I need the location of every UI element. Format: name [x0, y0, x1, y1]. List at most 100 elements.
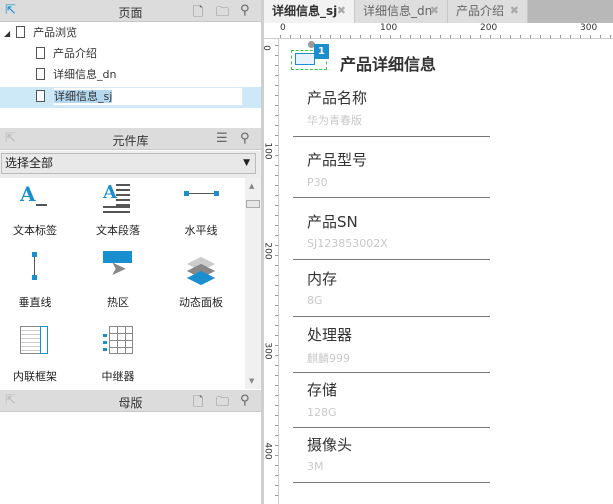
tree-item-label: 产品介绍: [53, 47, 97, 60]
widget-label: 动态面板: [179, 296, 223, 309]
ruler-label: 0: [280, 23, 286, 33]
pages-panel-header: ⇱ 页面 🗋 🗀 ⚲: [0, 0, 261, 22]
field-label: 处理器: [307, 326, 353, 344]
tree-item-page[interactable]: 详细信息_dn: [36, 65, 116, 85]
widget-text-paragraph[interactable]: A 文本段落: [83, 182, 153, 238]
widget-hotspot[interactable]: ➤ 热区: [83, 251, 153, 310]
hotspot-icon: ➤: [83, 251, 153, 288]
repeater-icon: [83, 326, 153, 362]
tab-detail-dn[interactable]: 详细信息_dn ✖: [355, 0, 448, 23]
field-value: 华为青春版: [307, 114, 362, 127]
tree-item-label: 详细信息_dn: [53, 68, 117, 81]
scrollbar[interactable]: ▲ ▼: [245, 178, 261, 389]
ruler-label: 0: [260, 45, 271, 51]
field-value: 3M: [307, 460, 324, 473]
field-label: 产品SN: [307, 213, 358, 231]
divider: [293, 482, 490, 483]
page-title: 产品详细信息: [340, 55, 437, 74]
tree-item-page[interactable]: 产品介绍: [36, 44, 97, 64]
field-label: 内存: [307, 270, 338, 288]
ruler-label: 200: [480, 23, 498, 33]
footnote-badge: 1: [314, 44, 329, 59]
tab-detail-sj[interactable]: 详细信息_sj ✖: [264, 0, 355, 23]
ruler-label: 300: [580, 23, 598, 33]
widget-label: 内联框架: [13, 370, 57, 383]
widget-vertical-line[interactable]: 垂直线: [0, 252, 70, 310]
field-value: 128G: [307, 406, 337, 419]
tree-item-page-selected[interactable]: 详细信息_sj: [36, 87, 258, 107]
close-icon[interactable]: ✖: [337, 0, 346, 22]
menu-icon[interactable]: ☰: [216, 131, 228, 146]
field-label: 存储: [307, 381, 338, 399]
widget-label: 水平线: [184, 224, 218, 237]
ruler-label: 200: [262, 242, 273, 260]
tree-item-label: 产品浏览: [33, 26, 78, 39]
tab-product-intro[interactable]: 产品介绍 ✖: [448, 0, 528, 23]
field-value: SJ123853002X: [307, 237, 388, 250]
tab-label: 详细信息_dn: [363, 4, 433, 18]
close-icon[interactable]: ✖: [430, 0, 439, 22]
vertical-line-icon: [0, 252, 70, 288]
widget-repeater[interactable]: 中继器: [83, 326, 153, 384]
field-label: 摄像头: [307, 436, 353, 454]
library-select[interactable]: 选择全部 ▼: [1, 153, 256, 174]
rename-input[interactable]: 详细信息_sj: [54, 90, 113, 103]
hotspot-icon: [295, 53, 315, 65]
field-label: 产品名称: [307, 89, 368, 107]
tree-item-root[interactable]: ◢ 产品浏览: [4, 23, 77, 43]
text-label-icon: A: [0, 182, 70, 216]
scroll-up-icon[interactable]: ▲: [249, 182, 254, 190]
library-select-bar: 选择全部 ▼: [0, 151, 261, 178]
divider: [293, 259, 490, 260]
page-icon: [36, 68, 45, 80]
layers-icon: [166, 254, 236, 288]
ruler-label: 100: [262, 142, 273, 160]
divider: [293, 427, 490, 428]
chevron-down-icon: ▼: [243, 158, 250, 168]
scroll-down-icon[interactable]: ▼: [249, 377, 254, 385]
search-icon[interactable]: ⚲: [240, 3, 250, 18]
widget-label: 文本标签: [13, 224, 57, 237]
add-master-icon[interactable]: 🗋: [193, 393, 203, 415]
pages-tree: ◢ 产品浏览 产品介绍 详细信息_dn 详细信息_sj: [0, 22, 261, 128]
search-icon[interactable]: ⚲: [240, 131, 250, 146]
ruler-label: 100: [380, 23, 398, 33]
divider: [293, 372, 490, 373]
widget-text-label[interactable]: A 文本标签: [0, 182, 70, 238]
inline-frame-icon: [0, 326, 70, 362]
tab-label: 详细信息_sj: [272, 4, 338, 18]
page-icon: [36, 47, 45, 59]
widget-inline-frame[interactable]: 内联框架: [0, 326, 70, 384]
widget-label: 热区: [107, 296, 129, 309]
vertical-ruler: 0 100 200 300 400: [260, 39, 279, 504]
field-label: 产品型号: [307, 151, 368, 169]
divider: [293, 197, 490, 198]
page-icon: [16, 26, 26, 38]
library-panel-header: ⇱ 元件库 ☰ ⚲: [0, 128, 261, 150]
ruler-label: 400: [262, 442, 273, 460]
field-value: P30: [307, 176, 328, 189]
divider: [293, 316, 490, 317]
divider: [293, 136, 490, 137]
masters-panel-header: ⇱ 母版 🗋 🗀 ⚲: [0, 390, 261, 412]
widget-label: 垂直线: [18, 296, 52, 309]
page-icon: [36, 90, 45, 102]
expand-icon[interactable]: ◢: [4, 29, 10, 38]
field-value: 8G: [307, 294, 323, 307]
ruler-label: 300: [262, 342, 273, 360]
widget-horizontal-line[interactable]: 水平线: [166, 182, 236, 238]
horizontal-line-icon: [166, 182, 236, 216]
widget-grid: A 文本标签 A 文本段落 水平线 垂直线 ➤ 热区 动态面板 内联框架 中继器 ▲ …: [0, 178, 261, 389]
tab-label: 产品介绍: [456, 4, 505, 18]
scrollbar-thumb[interactable]: [246, 200, 260, 208]
close-icon[interactable]: ✖: [510, 0, 519, 22]
text-paragraph-icon: A: [83, 182, 153, 216]
library-select-value: 选择全部: [5, 156, 54, 170]
field-value: 麒麟999: [307, 352, 350, 365]
horizontal-ruler: 0 100 200 300: [264, 23, 613, 39]
widget-label: 中继器: [101, 370, 135, 383]
widget-label: 文本段落: [96, 224, 140, 237]
add-folder-icon[interactable]: 🗀: [216, 393, 229, 415]
search-icon[interactable]: ⚲: [240, 393, 250, 408]
widget-dynamic-panel[interactable]: 动态面板: [166, 254, 236, 310]
